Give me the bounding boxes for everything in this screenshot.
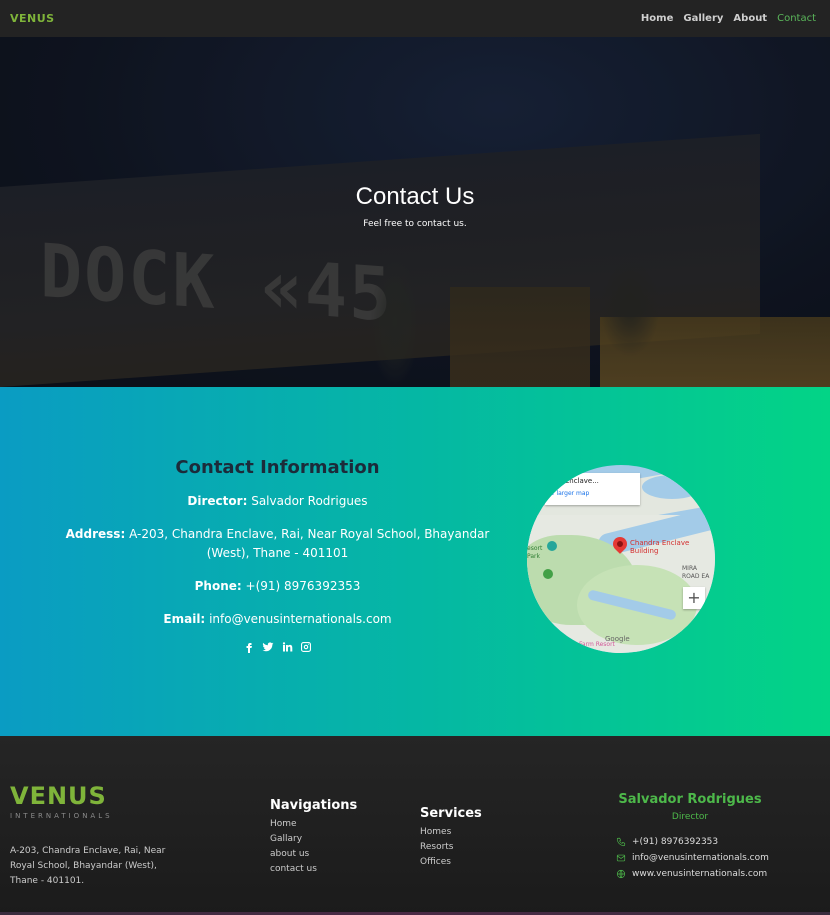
contact-section: Contact Information Director: Salvador R… bbox=[0, 387, 830, 736]
map-poi-icon[interactable] bbox=[547, 541, 557, 551]
map-info-card[interactable]: dra Enclave... v larger map bbox=[545, 473, 640, 505]
google-logo: Google bbox=[605, 635, 630, 643]
map-pin-label: Chandra Enclave Building bbox=[630, 539, 689, 555]
contact-heading: Contact Information bbox=[175, 457, 380, 478]
map-left-label: esort Park bbox=[527, 545, 542, 561]
address-label: Address: bbox=[65, 527, 126, 541]
footer-services: Services Homes Resorts Offices bbox=[420, 806, 482, 870]
nav-links: Home Gallery About Contact bbox=[641, 13, 816, 24]
footer-website-value: www.venusinternationals.com bbox=[632, 869, 768, 879]
footer-service-homes[interactable]: Homes bbox=[420, 825, 482, 840]
nav-link-gallery[interactable]: Gallery bbox=[683, 13, 723, 24]
footer-email-value: info@venusinternationals.com bbox=[632, 853, 769, 863]
top-navbar: VENUS Home Gallery About Contact bbox=[0, 0, 830, 37]
address-line: Address: A-203, Chandra Enclave, Rai, Ne… bbox=[60, 525, 495, 563]
map-card-title: dra Enclave... bbox=[551, 477, 599, 485]
map-pin-label-line2: Building bbox=[630, 547, 659, 555]
instagram-icon[interactable] bbox=[300, 641, 312, 653]
view-larger-map-link[interactable]: v larger map bbox=[551, 490, 634, 497]
linkedin-icon[interactable] bbox=[281, 641, 293, 653]
mail-icon bbox=[616, 854, 626, 862]
footer-logo[interactable]: VENUS INTERNATIONALS bbox=[10, 782, 113, 820]
map-area-label-line2: ROAD EA bbox=[682, 573, 710, 580]
phone-line: Phone: +(91) 8976392353 bbox=[60, 577, 495, 596]
hero-overlay bbox=[0, 37, 830, 387]
address-value: A-203, Chandra Enclave, Rai, Near Royal … bbox=[129, 527, 490, 560]
phone-value: +(91) 8976392353 bbox=[245, 579, 361, 593]
email-label: Email: bbox=[163, 612, 206, 626]
footer: VENUS INTERNATIONALS A-203, Chandra Encl… bbox=[0, 736, 830, 915]
page-subtitle: Feel free to contact us. bbox=[363, 219, 467, 229]
logo-wordmark: VENUS bbox=[10, 12, 55, 25]
footer-director-role: Director bbox=[671, 812, 709, 822]
footer-email[interactable]: info@venusinternationals.com bbox=[616, 850, 770, 866]
footer-phone-value: +(91) 8976392353 bbox=[632, 837, 719, 847]
footer-link-contact[interactable]: contact us bbox=[270, 862, 357, 877]
footer-logo-wordmark: VENUS bbox=[10, 782, 107, 810]
footer-phone[interactable]: +(91) 8976392353 bbox=[616, 834, 770, 850]
page-title: Contact Us bbox=[355, 183, 475, 210]
map-area-label: MIRA ROAD EA bbox=[682, 565, 709, 581]
email-line: Email: info@venusinternationals.com bbox=[60, 610, 495, 629]
location-map[interactable]: esort Park dra Enclave... v larger map C… bbox=[527, 465, 715, 653]
footer-contact-card: Salvador Rodrigues Director +(91) 897639… bbox=[610, 792, 770, 882]
footer-address: A-203, Chandra Enclave, Rai, Near Royal … bbox=[10, 846, 166, 886]
footer-link-about[interactable]: about us bbox=[270, 847, 357, 862]
footer-director-name: Salvador Rodrigues bbox=[618, 792, 762, 807]
map-area-label-line1: MIRA bbox=[682, 565, 697, 572]
footer-service-offices[interactable]: Offices bbox=[420, 855, 482, 870]
footer-services-heading: Services bbox=[420, 806, 482, 821]
footer-contact-lines: +(91) 8976392353 info@venusinternational… bbox=[610, 834, 770, 882]
map-pin-label-line1: Chandra Enclave bbox=[630, 539, 690, 547]
hero-banner: DOCK «45 Contact Us Feel free to contact… bbox=[0, 37, 830, 387]
nav-link-home[interactable]: Home bbox=[641, 13, 673, 24]
footer-nav-heading: Navigations bbox=[270, 798, 358, 813]
map-poi-icon[interactable] bbox=[543, 569, 553, 579]
map-zoom-in-button[interactable]: + bbox=[683, 587, 705, 609]
map-left-label-line1: esort bbox=[527, 545, 543, 552]
phone-label: Phone: bbox=[194, 579, 242, 593]
twitter-icon[interactable] bbox=[262, 641, 274, 653]
footer-logo-subtitle: INTERNATIONALS bbox=[10, 812, 113, 820]
venus-logo[interactable]: VENUS bbox=[10, 12, 55, 25]
footer-service-resorts[interactable]: Resorts bbox=[420, 840, 482, 855]
director-value: Salvador Rodrigues bbox=[251, 494, 368, 508]
facebook-icon[interactable] bbox=[243, 641, 255, 653]
email-value: info@venusinternationals.com bbox=[209, 612, 392, 626]
nav-link-contact[interactable]: Contact bbox=[777, 13, 816, 24]
nav-link-about[interactable]: About bbox=[733, 13, 767, 24]
phone-icon bbox=[616, 837, 626, 847]
footer-navigation: Navigations Home Gallary about us contac… bbox=[270, 798, 357, 877]
contact-info: Contact Information Director: Salvador R… bbox=[60, 457, 495, 653]
footer-link-home[interactable]: Home bbox=[270, 817, 357, 832]
director-label: Director: bbox=[187, 494, 248, 508]
social-links bbox=[60, 641, 495, 653]
footer-link-gallery[interactable]: Gallary bbox=[270, 832, 357, 847]
map-water bbox=[642, 475, 702, 499]
map-left-label-line2: Park bbox=[527, 553, 540, 560]
footer-website[interactable]: www.venusinternationals.com bbox=[616, 866, 770, 882]
director-line: Director: Salvador Rodrigues bbox=[60, 492, 495, 511]
globe-icon bbox=[616, 869, 626, 879]
